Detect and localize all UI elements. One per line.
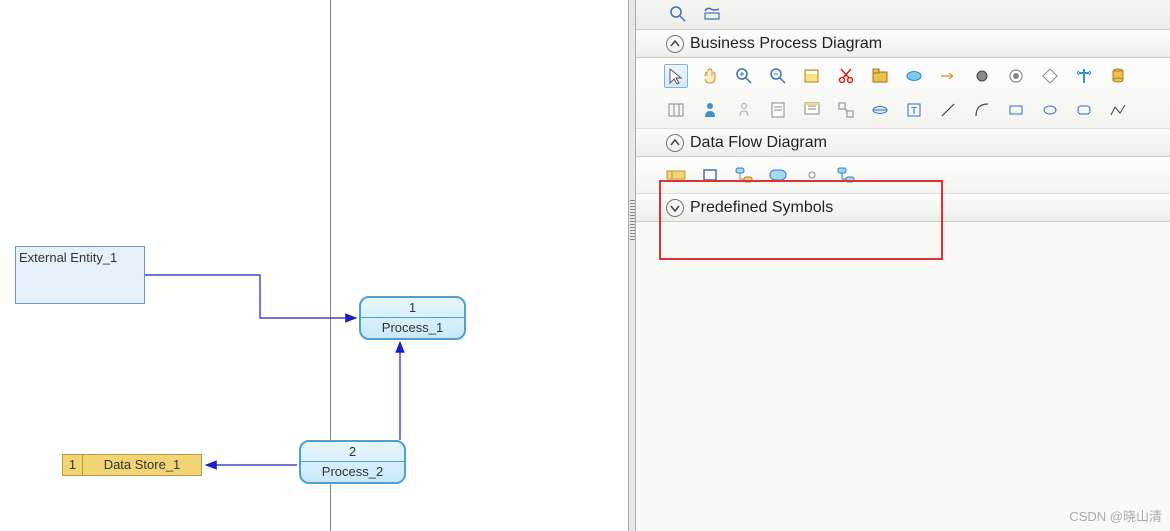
splitter-grip-icon — [630, 200, 635, 240]
highlight-annotation — [659, 180, 943, 260]
sequence-flow-tool[interactable] — [936, 64, 960, 88]
datastore-number: 1 — [63, 455, 83, 475]
diagram-canvas[interactable]: External Entity_1 1 Process_1 2 Process_… — [0, 0, 628, 531]
properties-tool[interactable] — [800, 64, 824, 88]
intermediate-event-tool[interactable] — [1004, 64, 1028, 88]
cut-tool[interactable] — [834, 64, 858, 88]
palette-dfd-title: Data Flow Diagram — [690, 134, 827, 152]
process-1-number: 1 — [361, 298, 464, 318]
gateway-tool[interactable] — [1038, 64, 1062, 88]
curve-tool[interactable] — [970, 98, 994, 122]
rounded-rect-tool[interactable] — [1072, 98, 1096, 122]
process-2-node[interactable]: 2 Process_2 — [299, 440, 406, 484]
panel-top-toolbar — [636, 0, 1170, 30]
svg-text:T: T — [911, 106, 917, 117]
watermark-text: CSDN @晓山清 — [1069, 506, 1162, 525]
palette-bpd-title: Business Process Diagram — [690, 35, 882, 53]
group-tool[interactable] — [664, 98, 688, 122]
document-tool[interactable] — [766, 98, 790, 122]
external-entity-node[interactable]: External Entity_1 — [15, 246, 145, 304]
start-event-tool[interactable] — [902, 64, 926, 88]
zoom-icon[interactable] — [666, 2, 690, 26]
org-unit-tool[interactable] — [732, 98, 756, 122]
message-tool[interactable] — [800, 98, 824, 122]
polyline-tool[interactable] — [1106, 98, 1130, 122]
end-event-tool[interactable] — [970, 64, 994, 88]
palette-dfd-header[interactable]: Data Flow Diagram — [636, 129, 1170, 157]
line-tool[interactable] — [936, 98, 960, 122]
chevron-up-icon — [666, 35, 684, 53]
chevron-up-icon — [666, 134, 684, 152]
pool-tool[interactable] — [868, 98, 892, 122]
zoom-out-tool[interactable] — [766, 64, 790, 88]
message-flow-tool[interactable] — [834, 98, 858, 122]
event-gateway-tool[interactable] — [1072, 64, 1096, 88]
outline-icon[interactable] — [700, 2, 724, 26]
data-object-tool[interactable] — [1106, 64, 1130, 88]
grab-tool[interactable] — [698, 64, 722, 88]
text-annotation-tool[interactable]: T — [902, 98, 926, 122]
ellipse-tool[interactable] — [1038, 98, 1062, 122]
process-2-label: Process_2 — [301, 462, 404, 482]
palette-panel: Business Process Diagram T — [636, 0, 1170, 531]
package-tool[interactable] — [868, 64, 892, 88]
pointer-tool[interactable] — [664, 64, 688, 88]
process-1-node[interactable]: 1 Process_1 — [359, 296, 466, 340]
datastore-node[interactable]: 1 Data Store_1 — [62, 454, 202, 476]
role-tool[interactable] — [698, 98, 722, 122]
process-1-label: Process_1 — [361, 318, 464, 338]
datastore-label: Data Store_1 — [83, 455, 201, 475]
zoom-in-tool[interactable] — [732, 64, 756, 88]
rectangle-tool[interactable] — [1004, 98, 1028, 122]
splitter[interactable] — [628, 0, 636, 531]
process-2-number: 2 — [301, 442, 404, 462]
external-entity-label: External Entity_1 — [19, 250, 117, 265]
palette-bpd-header[interactable]: Business Process Diagram — [636, 30, 1170, 58]
palette-bpd-toolbar: T — [636, 58, 1170, 129]
